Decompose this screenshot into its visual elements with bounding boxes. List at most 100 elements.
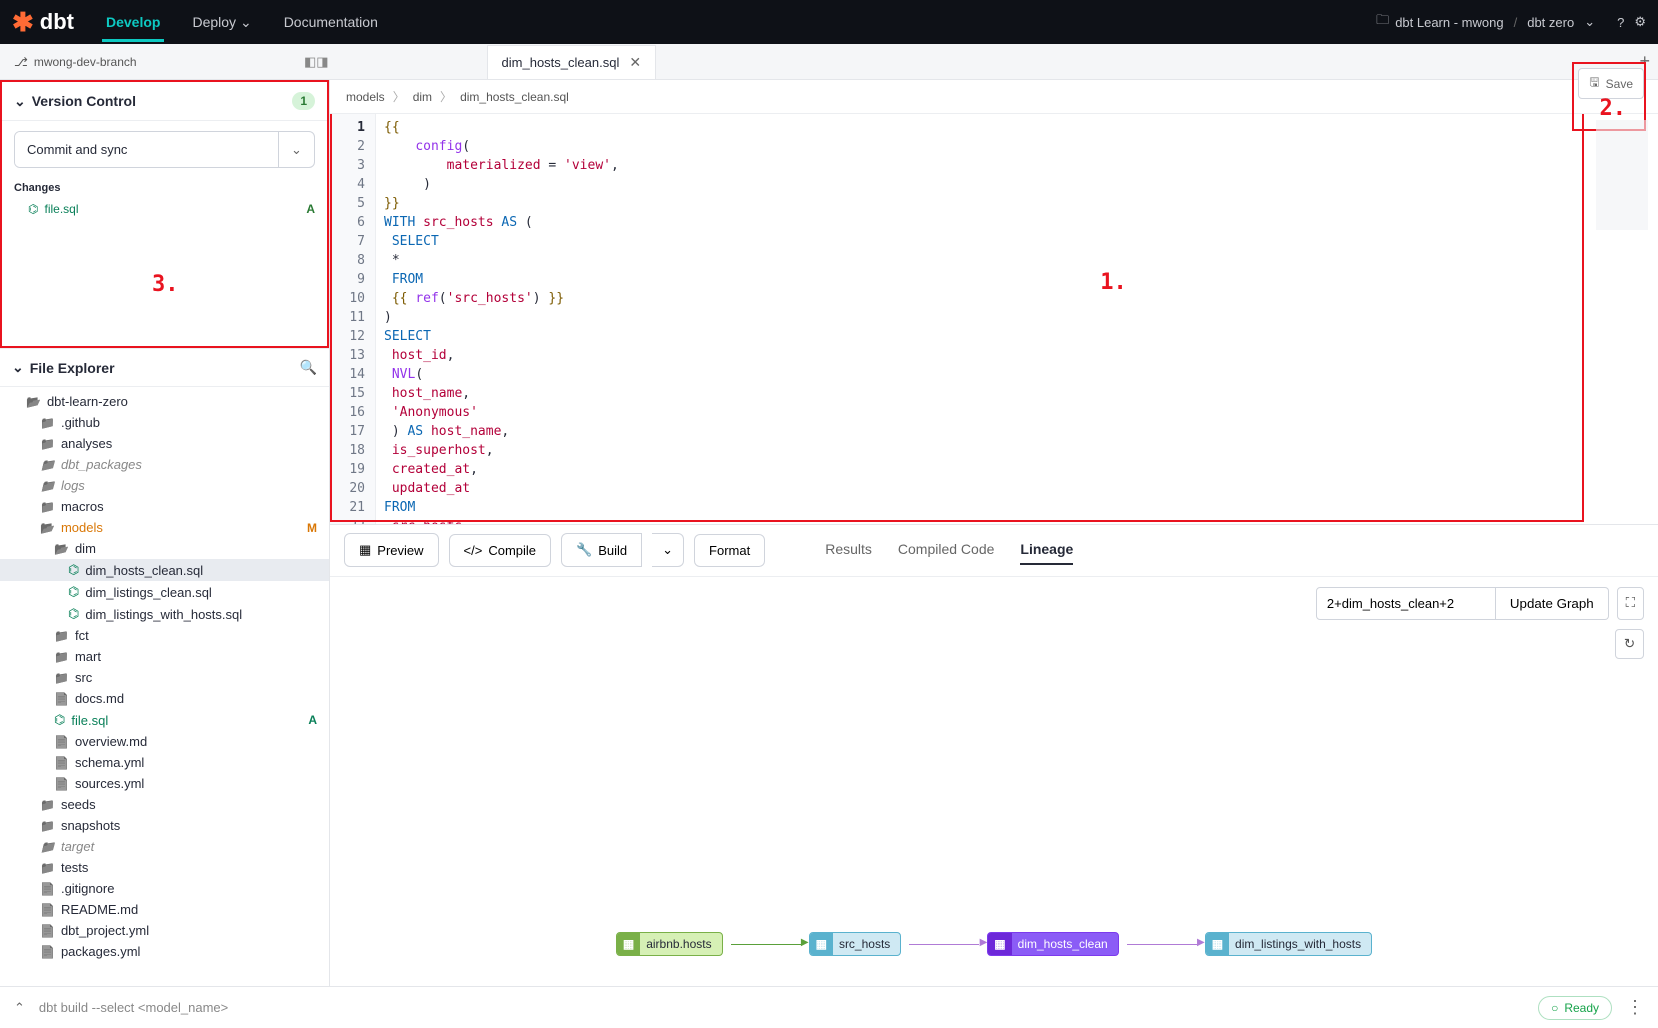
- nav-develop[interactable]: Develop: [102, 2, 164, 42]
- close-icon[interactable]: ✕: [629, 54, 641, 71]
- commit-label[interactable]: Commit and sync: [15, 132, 278, 167]
- lineage-node[interactable]: ▦airbnb.hosts: [616, 932, 723, 956]
- folder-open-icon: [54, 541, 69, 556]
- tree-item[interactable]: tests: [0, 857, 329, 878]
- folder-icon: [40, 499, 55, 514]
- fullscreen-icon[interactable]: ⛶: [1617, 587, 1644, 620]
- gear-icon[interactable]: ⚙: [1634, 14, 1646, 30]
- lineage-filter-input[interactable]: [1316, 587, 1496, 620]
- layout-columns-icon[interactable]: ◧◨: [304, 54, 329, 70]
- build-button[interactable]: 🔧Build: [561, 533, 642, 567]
- chevron-up-icon[interactable]: ⌃: [14, 1000, 25, 1016]
- tree-item[interactable]: schema.yml: [0, 752, 329, 773]
- tree-root[interactable]: dbt-learn-zero: [0, 391, 329, 412]
- tree-item[interactable]: overview.md: [0, 731, 329, 752]
- node-type-icon: ▦: [617, 933, 640, 955]
- commit-button[interactable]: Commit and sync ⌄: [14, 131, 315, 168]
- change-row[interactable]: ⌬file.sql A: [2, 198, 327, 220]
- logo: ✱ dbt: [12, 7, 74, 38]
- sidebar: ⌄Version Control 1 Commit and sync ⌄ Cha…: [0, 80, 330, 986]
- wrench-icon: 🔧: [576, 542, 592, 558]
- lineage-node[interactable]: ▦src_hosts: [809, 932, 902, 956]
- tree-item[interactable]: .gitignore: [0, 878, 329, 899]
- code-content[interactable]: {{ config( materialized = 'view', ) }} W…: [376, 114, 627, 524]
- sql-icon: [54, 712, 65, 728]
- folder-open-icon: [40, 520, 55, 535]
- tree-item[interactable]: dbt_project.yml: [0, 920, 329, 941]
- tree-item[interactable]: target: [0, 836, 329, 857]
- tree-item[interactable]: dim_listings_with_hosts.sql: [0, 603, 329, 625]
- code-editor[interactable]: 1234567891011121314151617181920212223242…: [330, 114, 1658, 524]
- folder-icon: [40, 436, 55, 451]
- tree-item[interactable]: dim: [0, 538, 329, 559]
- annotation-3: 3.: [152, 272, 179, 297]
- status-ready: ○Ready: [1538, 996, 1612, 1020]
- lineage-node[interactable]: ▦dim_listings_with_hosts: [1205, 932, 1372, 956]
- commit-dropdown[interactable]: ⌄: [278, 132, 314, 167]
- tree-item[interactable]: logs: [0, 475, 329, 496]
- tab-filename: dim_hosts_clean.sql: [502, 55, 620, 70]
- file-icon: [40, 881, 55, 896]
- change-status: A: [306, 202, 315, 216]
- file-explorer-header[interactable]: ⌄File Explorer 🔍: [0, 348, 329, 387]
- branch-icon: ⎇: [14, 55, 28, 69]
- tree-item[interactable]: dim_hosts_clean.sql: [0, 559, 329, 581]
- editor-tab-active[interactable]: dim_hosts_clean.sql ✕: [487, 45, 657, 79]
- project-switcher[interactable]: 🗀 dbt Learn - mwong / dbt zero ⌄ ? ⚙: [1376, 11, 1646, 33]
- version-control-header[interactable]: ⌄Version Control 1: [2, 82, 327, 121]
- command-input[interactable]: [39, 1000, 1524, 1015]
- tree-item[interactable]: packages.yml: [0, 941, 329, 962]
- tree-item[interactable]: fct: [0, 625, 329, 646]
- changes-count-badge: 1: [292, 92, 315, 110]
- tree-item[interactable]: dbt_packages: [0, 454, 329, 475]
- tree-item[interactable]: mart: [0, 646, 329, 667]
- tree-item[interactable]: file.sqlA: [0, 709, 329, 731]
- update-graph-button[interactable]: Update Graph: [1496, 587, 1609, 620]
- preview-button[interactable]: ▦Preview: [344, 533, 439, 567]
- folder-icon: [40, 860, 55, 875]
- editor-toolbar: ▦Preview </>Compile 🔧Build ⌄ Format Resu…: [330, 524, 1658, 576]
- refresh-icon[interactable]: ↻: [1615, 629, 1644, 659]
- folder-icon: [40, 839, 55, 854]
- file-icon: [54, 691, 69, 706]
- brand-text: dbt: [40, 9, 74, 35]
- tree-item[interactable]: seeds: [0, 794, 329, 815]
- breadcrumb[interactable]: models〉dim〉dim_hosts_clean.sql: [342, 88, 573, 105]
- build-dropdown[interactable]: ⌄: [652, 533, 684, 567]
- more-icon[interactable]: ⋮: [1626, 997, 1644, 1018]
- tree-item[interactable]: sources.yml: [0, 773, 329, 794]
- tab-compiled[interactable]: Compiled Code: [898, 535, 995, 565]
- file-icon: [54, 776, 69, 791]
- tree-item[interactable]: dim_listings_clean.sql: [0, 581, 329, 603]
- lineage-panel[interactable]: Update Graph ⛶ ↻ ▦airbnb.hosts ▦src_hosts…: [330, 576, 1658, 987]
- lineage-edge: [909, 944, 979, 945]
- tree-item[interactable]: snapshots: [0, 815, 329, 836]
- chevron-down-icon: ⌄: [1584, 14, 1595, 30]
- search-icon[interactable]: 🔍: [300, 359, 317, 376]
- compile-button[interactable]: </>Compile: [449, 534, 551, 567]
- tree-item[interactable]: src: [0, 667, 329, 688]
- save-button[interactable]: 🖫 Save: [1578, 68, 1644, 99]
- chevron-down-icon: ⌄: [14, 93, 26, 110]
- format-button[interactable]: Format: [694, 534, 765, 567]
- tree-item[interactable]: analyses: [0, 433, 329, 454]
- tab-results[interactable]: Results: [825, 535, 872, 565]
- tree-item[interactable]: modelsM: [0, 517, 329, 538]
- file-icon: [54, 755, 69, 770]
- tab-lineage[interactable]: Lineage: [1020, 535, 1073, 565]
- tree-item[interactable]: README.md: [0, 899, 329, 920]
- nav-deploy[interactable]: Deploy ⌄: [188, 2, 255, 43]
- tree-item[interactable]: docs.md: [0, 688, 329, 709]
- tree-item[interactable]: .github: [0, 412, 329, 433]
- tree-item[interactable]: macros: [0, 496, 329, 517]
- git-branch-indicator[interactable]: ⎇ mwong-dev-branch: [0, 55, 151, 69]
- nav-documentation[interactable]: Documentation: [280, 2, 382, 42]
- sql-icon: [68, 584, 79, 600]
- lineage-node[interactable]: ▦dim_hosts_clean: [987, 932, 1118, 956]
- minimap[interactable]: [1596, 120, 1648, 230]
- chevron-down-icon: ⌄: [240, 14, 252, 30]
- chevron-down-icon: ⌄: [12, 359, 24, 376]
- editor-tabs: dim_hosts_clean.sql ✕: [487, 45, 657, 79]
- sql-icon: [68, 606, 79, 622]
- help-icon[interactable]: ?: [1617, 15, 1624, 30]
